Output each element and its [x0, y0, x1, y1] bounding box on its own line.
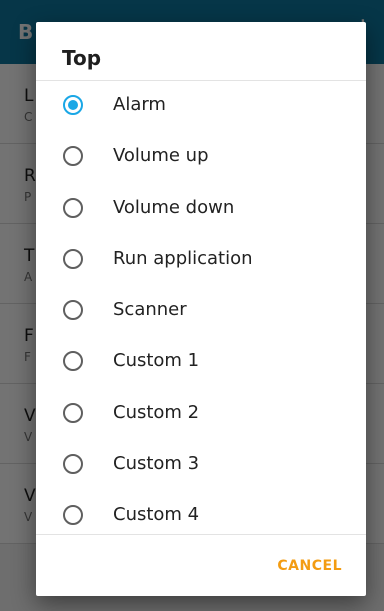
option-custom-2[interactable]: Custom 2 [36, 389, 366, 440]
option-alarm[interactable]: Alarm [36, 81, 366, 132]
option-custom-3[interactable]: Custom 3 [36, 440, 366, 491]
option-label: Custom 3 [113, 453, 200, 475]
option-label: Custom 2 [113, 401, 200, 423]
option-volume-up[interactable]: Volume up [36, 132, 366, 183]
radio-button[interactable] [63, 454, 83, 475]
radio-button[interactable] [63, 300, 83, 321]
dialog-divider-bottom [36, 534, 366, 535]
option-scanner[interactable]: Scanner [36, 286, 366, 337]
radio-button[interactable] [63, 402, 83, 423]
options-list[interactable]: Alarm Volume up Volume down Run applicat… [36, 81, 366, 534]
option-run-application[interactable]: Run application [36, 235, 366, 286]
radio-dot [68, 100, 78, 110]
radio-button[interactable] [63, 351, 83, 372]
option-label: Run application [113, 247, 253, 269]
option-label: Volume down [113, 196, 235, 218]
radio-button[interactable] [63, 146, 83, 167]
radio-button[interactable] [63, 197, 83, 218]
radio-button[interactable] [63, 248, 83, 269]
cancel-button[interactable]: CANCEL [277, 558, 342, 574]
option-volume-down[interactable]: Volume down [36, 184, 366, 235]
radio-button[interactable] [63, 505, 83, 526]
option-label: Custom 1 [113, 350, 200, 372]
option-label: Custom 4 [113, 504, 200, 526]
single-choice-dialog: Top Alarm Volume up Volume down Run appl… [36, 22, 366, 596]
option-custom-4[interactable]: Custom 4 [36, 491, 366, 534]
option-label: Volume up [113, 145, 209, 167]
dialog-title: Top [62, 46, 102, 70]
option-label: Scanner [113, 299, 187, 321]
option-label: Alarm [113, 94, 166, 115]
option-custom-1[interactable]: Custom 1 [36, 337, 366, 388]
radio-button-checked[interactable] [63, 95, 83, 115]
